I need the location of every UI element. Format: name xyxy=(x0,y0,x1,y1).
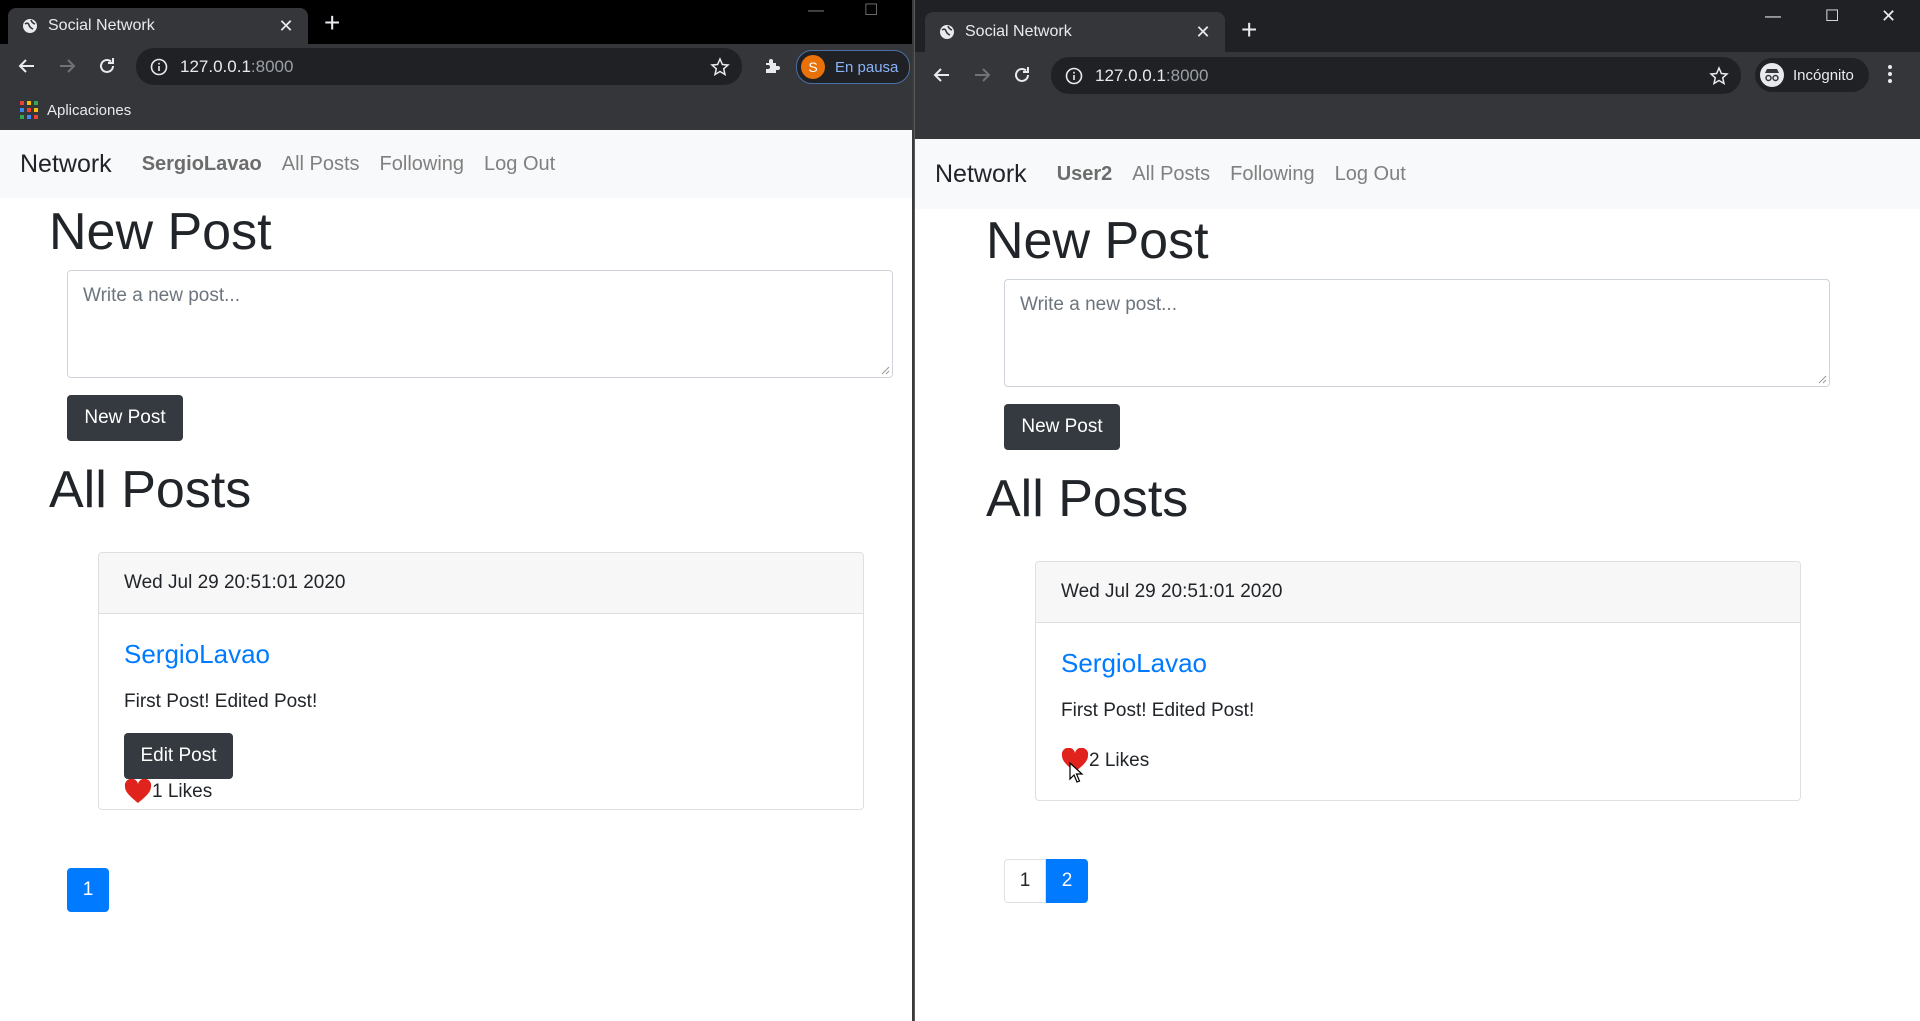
post-content: First Post! Edited Post! xyxy=(124,691,318,712)
new-post-heading: New Post xyxy=(49,203,272,261)
left-browser-window: Social Network ✕ + — ☐ 127.0.0.1:8000 S… xyxy=(0,0,912,1021)
info-icon[interactable] xyxy=(150,58,168,76)
incognito-button[interactable]: Incógnito xyxy=(1755,58,1869,92)
info-icon[interactable] xyxy=(1065,67,1083,85)
resize-grip-icon[interactable] xyxy=(880,365,890,375)
back-icon[interactable] xyxy=(928,61,956,89)
address-bar[interactable]: 127.0.0.1:8000 xyxy=(1051,57,1741,94)
toolbar-extension xyxy=(915,99,1920,139)
tab-title: Social Network xyxy=(965,23,1072,40)
menu-kebab-icon[interactable] xyxy=(1887,62,1893,86)
new-tab-icon[interactable]: + xyxy=(1241,16,1257,44)
brand-link[interactable]: Network xyxy=(935,160,1027,189)
post-author-link[interactable]: SergioLavao xyxy=(1061,648,1207,679)
page-link-1[interactable]: 1 xyxy=(67,868,109,912)
page-content: Network SergioLavao All Posts Following … xyxy=(0,130,912,1021)
browser-chrome: Social Network ✕ + — ☐ ✕ 127.0.0.1:8000 xyxy=(915,0,1920,139)
post-card: Wed Jul 29 20:51:01 2020 SergioLavao Fir… xyxy=(1035,561,1801,801)
new-post-textarea[interactable]: Write a new post... xyxy=(1004,279,1830,387)
incognito-icon xyxy=(1760,63,1784,87)
post-timestamp: Wed Jul 29 20:51:01 2020 xyxy=(1036,562,1800,623)
post-card: Wed Jul 29 20:51:01 2020 SergioLavao Fir… xyxy=(98,552,864,810)
tab-strip: Social Network ✕ + — ☐ ✕ xyxy=(915,0,1920,52)
post-author-link[interactable]: SergioLavao xyxy=(124,639,270,670)
likes-count: 1 Likes xyxy=(152,781,213,802)
nav-user-link[interactable]: User2 xyxy=(1057,163,1113,186)
nav-logout-link[interactable]: Log Out xyxy=(1335,163,1406,186)
page-content: Network User2 All Posts Following Log Ou… xyxy=(915,139,1920,1021)
page-link-1[interactable]: 1 xyxy=(1004,859,1046,903)
close-window-icon[interactable]: ✕ xyxy=(1881,6,1896,27)
new-tab-icon[interactable]: + xyxy=(324,9,340,37)
new-post-textarea[interactable]: Write a new post... xyxy=(67,270,893,378)
url-host: 127.0.0.1 xyxy=(180,56,251,76)
mouse-cursor-icon xyxy=(1069,762,1084,783)
pagination: 1 2 xyxy=(1004,859,1088,903)
brand-link[interactable]: Network xyxy=(20,150,112,179)
apps-grid-icon xyxy=(20,101,38,119)
nav-following-link[interactable]: Following xyxy=(380,153,464,176)
maximize-icon[interactable]: ☐ xyxy=(864,0,878,20)
close-tab-icon[interactable]: ✕ xyxy=(1193,22,1213,42)
new-post-button[interactable]: New Post xyxy=(67,395,183,441)
extensions-icon[interactable] xyxy=(758,52,786,80)
avatar: S xyxy=(801,55,825,79)
all-posts-heading: All Posts xyxy=(49,461,252,519)
nav-all-posts-link[interactable]: All Posts xyxy=(1132,163,1210,186)
globe-icon xyxy=(940,25,954,39)
toolbar: 127.0.0.1:8000 S En pausa xyxy=(0,44,912,89)
incognito-label: Incógnito xyxy=(1793,66,1854,84)
maximize-icon[interactable]: ☐ xyxy=(1825,6,1839,26)
nav-logout-link[interactable]: Log Out xyxy=(484,153,555,176)
globe-icon xyxy=(23,19,37,33)
apps-label: Aplicaciones xyxy=(47,101,132,119)
toolbar: 127.0.0.1:8000 Incógnito xyxy=(915,52,1920,99)
minimize-icon[interactable]: — xyxy=(1765,8,1781,26)
nav-all-posts-link[interactable]: All Posts xyxy=(282,153,360,176)
textarea-placeholder: Write a new post... xyxy=(83,285,240,306)
page-link-2[interactable]: 2 xyxy=(1046,859,1088,903)
browser-tab[interactable]: Social Network ✕ xyxy=(925,12,1225,52)
minimize-icon[interactable]: — xyxy=(808,2,824,20)
all-posts-heading: All Posts xyxy=(986,470,1189,528)
reload-icon[interactable] xyxy=(93,52,121,80)
nav-following-link[interactable]: Following xyxy=(1230,163,1314,186)
edit-post-button[interactable]: Edit Post xyxy=(124,733,233,779)
site-navbar: Network User2 All Posts Following Log Ou… xyxy=(915,139,1920,209)
reload-icon[interactable] xyxy=(1008,61,1036,89)
back-icon[interactable] xyxy=(13,52,41,80)
textarea-placeholder: Write a new post... xyxy=(1020,294,1177,315)
browser-tab[interactable]: Social Network ✕ xyxy=(8,8,308,44)
url-port: :8000 xyxy=(250,56,294,76)
url-host: 127.0.0.1 xyxy=(1095,65,1166,85)
profile-status: En pausa xyxy=(835,58,899,76)
heart-icon[interactable] xyxy=(124,779,152,805)
address-bar[interactable]: 127.0.0.1:8000 xyxy=(136,48,742,85)
close-tab-icon[interactable]: ✕ xyxy=(276,16,296,36)
right-browser-window: Social Network ✕ + — ☐ ✕ 127.0.0.1:8000 xyxy=(914,0,1920,1021)
browser-chrome: Social Network ✕ + — ☐ 127.0.0.1:8000 S… xyxy=(0,0,912,130)
forward-icon[interactable] xyxy=(968,61,996,89)
new-post-button[interactable]: New Post xyxy=(1004,404,1120,450)
site-navbar: Network SergioLavao All Posts Following … xyxy=(0,130,912,198)
tab-strip: Social Network ✕ + — ☐ xyxy=(0,0,912,44)
apps-bookmark[interactable]: Aplicaciones xyxy=(20,101,131,119)
new-post-heading: New Post xyxy=(986,212,1209,270)
post-timestamp: Wed Jul 29 20:51:01 2020 xyxy=(99,553,863,614)
likes-row: 1 Likes xyxy=(124,779,212,805)
bookmarks-bar: Aplicaciones xyxy=(0,89,912,130)
pagination: 1 xyxy=(67,868,109,912)
likes-count: 2 Likes xyxy=(1089,750,1150,771)
url-port: :8000 xyxy=(1165,65,1209,85)
resize-grip-icon[interactable] xyxy=(1817,374,1827,384)
tab-title: Social Network xyxy=(48,17,155,34)
bookmark-star-icon[interactable] xyxy=(710,56,730,77)
forward-icon[interactable] xyxy=(53,52,81,80)
nav-user-link[interactable]: SergioLavao xyxy=(142,153,262,176)
bookmark-star-icon[interactable] xyxy=(1709,65,1729,86)
post-content: First Post! Edited Post! xyxy=(1061,700,1255,721)
profile-button[interactable]: S En pausa xyxy=(796,50,910,84)
